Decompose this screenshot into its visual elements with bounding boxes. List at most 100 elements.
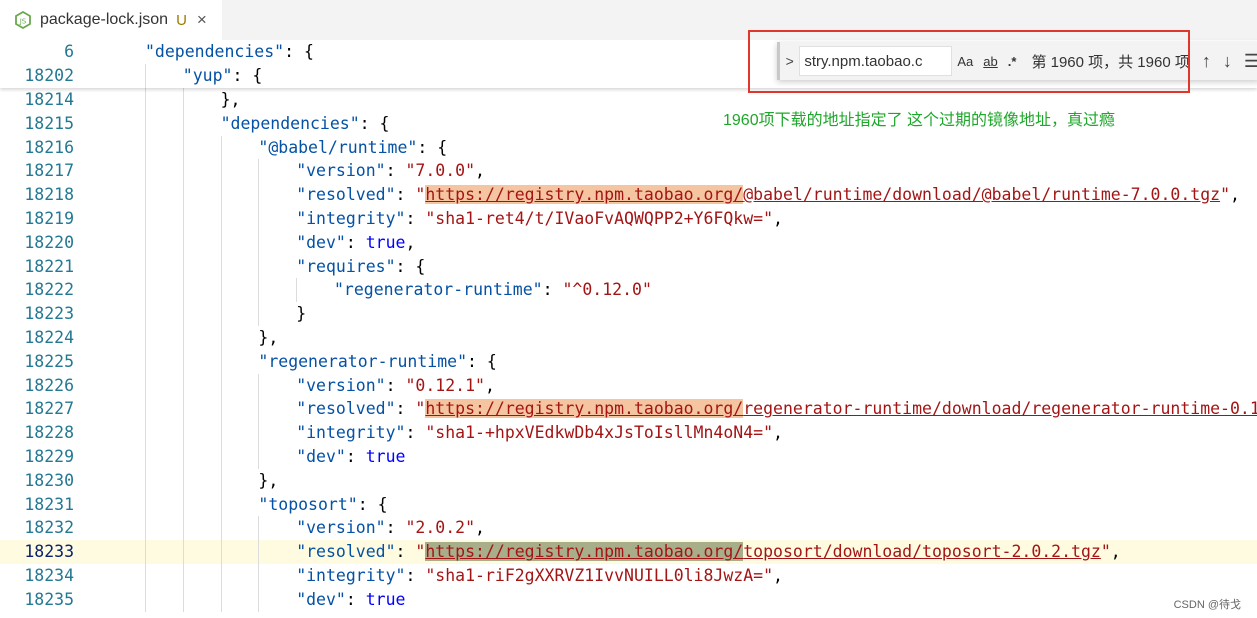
indent-guide — [258, 302, 260, 326]
line-number: 18217 — [24, 161, 74, 181]
code-token: "sha1-ret4/t/IVaoFvAQWQPP2+Y6FQkw=" — [425, 209, 774, 228]
code-token: true — [365, 232, 406, 252]
code-token: "version" — [296, 375, 386, 395]
line-number: 18222 — [24, 280, 74, 300]
code-text: "dependencies": { — [221, 112, 390, 136]
code-token: "^0.12.0" — [562, 280, 652, 300]
code-text: "version": "2.0.2", — [296, 516, 485, 540]
code-line[interactable]: 18217 "version": "7.0.0", — [0, 159, 1257, 184]
code-line[interactable]: 18234 "integrity": "sha1-riF2gXXRVZ1IvvNU… — [0, 564, 1257, 588]
code-line[interactable]: 18223} — [0, 302, 1257, 326]
line-number: 18225 — [24, 351, 74, 371]
indent-guide — [182, 445, 184, 469]
indent-guide — [220, 421, 222, 445]
code-token: , — [1230, 185, 1240, 205]
code-line[interactable]: 18219 "integrity": "sha1-ret4/t/IVaoFvAQW… — [0, 207, 1257, 231]
search-match: https://registry.npm.taobao.org/ — [425, 399, 744, 419]
code-token: "resolved" — [296, 542, 396, 562]
indent-guide — [145, 302, 146, 326]
indent-guide — [182, 326, 184, 350]
code-token: : — [395, 399, 416, 419]
code-line[interactable]: 18233 "resolved": "https://registry.npm.t… — [0, 540, 1257, 564]
code-line[interactable]: 18229 "dev": true — [0, 445, 1257, 469]
indent-guide — [145, 326, 146, 350]
code-line[interactable]: 18230}, — [0, 468, 1257, 493]
indent-guide — [182, 421, 184, 445]
code-line[interactable]: 18226 "version": "0.12.1", — [0, 373, 1257, 398]
code-line[interactable]: 18225 "regenerator-runtime": { — [0, 349, 1257, 374]
tab-label: package-lock.json — [40, 11, 169, 28]
match-whole-word-button[interactable]: ab — [983, 54, 997, 69]
indent-guide — [145, 135, 146, 160]
code-line[interactable]: 18222 "regenerator-runtime": "^0.12.0" — [0, 278, 1257, 303]
indent-guide — [145, 278, 146, 303]
indent-guide — [258, 159, 260, 184]
indent-guide — [182, 302, 184, 326]
code-line[interactable]: 18224}, — [0, 326, 1257, 350]
line-number: 18214 — [24, 90, 74, 109]
indent-guide — [258, 183, 260, 207]
code-token: "2.0.2" — [405, 518, 476, 538]
code-line[interactable]: 18235 "dev": true — [0, 587, 1257, 612]
code-line[interactable]: 18221 "requires": { — [0, 254, 1257, 279]
line-number: 18215 — [24, 113, 74, 133]
code-line[interactable]: 18227 "resolved": "https://registry.npm.t… — [0, 397, 1257, 422]
line-number: 18231 — [24, 494, 74, 514]
code-token: , — [405, 232, 416, 252]
code-text: "version": "0.12.1", — [296, 374, 495, 398]
indent-guide — [220, 492, 222, 517]
code-line[interactable]: 18220 "dev": true, — [0, 230, 1257, 255]
use-regex-button[interactable]: .* — [1008, 54, 1017, 69]
find-input[interactable]: stry.npm.taobao.c — [799, 46, 953, 76]
indent-guide — [145, 230, 146, 255]
code-text: "dev": true — [296, 445, 405, 469]
indent-guide — [145, 540, 146, 564]
code-token: } — [296, 304, 307, 324]
indent-guide — [258, 397, 260, 422]
indent-guide — [145, 63, 146, 88]
indent-guide — [182, 468, 184, 493]
tab-package-lock-json[interactable]: JS package-lock.json U × — [0, 0, 222, 40]
indent-guide — [296, 278, 298, 303]
code-token: : { — [357, 494, 388, 514]
code-line[interactable]: 18232 "version": "2.0.2", — [0, 516, 1257, 541]
match-case-button[interactable]: Aa — [957, 54, 973, 69]
previous-match-arrow-up-icon[interactable]: ↑ — [1202, 51, 1211, 72]
code-line[interactable]: 18228 "integrity": "sha1-+hpxVEdkwDb4xJsT… — [0, 421, 1257, 445]
find-in-selection-menu-icon[interactable]: ☰ — [1244, 51, 1257, 72]
code-text: }, — [258, 469, 278, 493]
line-number: 18226 — [24, 375, 74, 395]
indent-guide — [258, 587, 260, 612]
code-token: " — [415, 185, 426, 205]
code-token: : — [345, 589, 366, 609]
code-text: "resolved": "https://registry.npm.taobao… — [296, 183, 1240, 207]
line-number: 18202 — [24, 65, 74, 85]
code-text: "dev": true — [296, 588, 405, 612]
indent-guide — [220, 349, 222, 374]
code-line[interactable]: 18216 "@babel/runtime": { — [0, 135, 1257, 160]
find-query: stry.npm.taobao.c — [804, 52, 923, 70]
code-token: "dev" — [296, 447, 346, 466]
indent-guide — [182, 516, 184, 541]
code-token: "sha1-+hpxVEdkwDb4xJsToIsllMn4oN4=" — [425, 423, 774, 443]
code-token: " — [1100, 542, 1111, 562]
indent-guide — [182, 397, 184, 422]
indent-guide — [145, 207, 146, 231]
code-token: : — [395, 542, 416, 562]
indent-guide — [145, 421, 146, 445]
line-number: 18227 — [24, 399, 74, 419]
code-text: }, — [221, 88, 241, 112]
indent-guide — [145, 397, 146, 422]
close-icon[interactable]: × — [197, 10, 207, 30]
toggle-replace-chevron-icon[interactable]: > — [780, 53, 799, 69]
indent-guide — [220, 207, 222, 231]
code-line[interactable]: 18218 "resolved": "https://registry.npm.t… — [0, 183, 1257, 207]
indent-guide — [145, 88, 146, 112]
code-text: "resolved": "https://registry.npm.taobao… — [296, 397, 1257, 421]
next-match-arrow-down-icon[interactable]: ↓ — [1223, 51, 1232, 72]
code-line[interactable]: 18231 "toposort": { — [0, 492, 1257, 517]
indent-guide — [145, 587, 146, 612]
line-number: 18234 — [24, 566, 74, 585]
indent-guide — [258, 207, 260, 231]
match-count: 第 1960 项，共 1960 项 — [1031, 53, 1190, 71]
